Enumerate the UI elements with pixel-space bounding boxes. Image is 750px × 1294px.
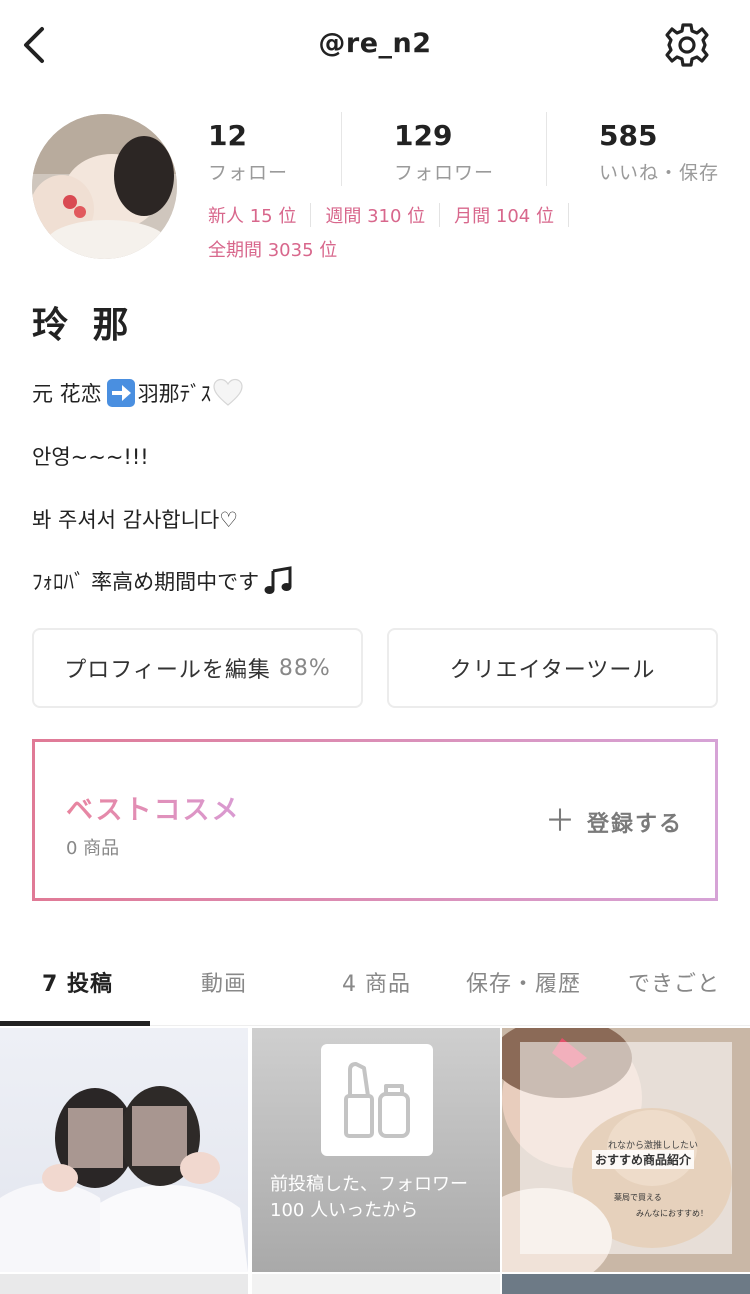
tab-events[interactable]: できごと — [628, 966, 720, 998]
creator-tools-button[interactable]: クリエイターツール — [387, 628, 718, 708]
overlay-title: おすすめ商品紹介 — [592, 1150, 695, 1169]
best-cosme-count: 0 商品 — [66, 838, 120, 859]
post-grid: 前投稿した、フォロワー 100 人いったから れなから激推ししたい おすすめ商品… — [0, 1028, 750, 1294]
post-caption-line: 前投稿した、フォロワー — [270, 1174, 468, 1195]
arrow-right-emoji-icon — [106, 379, 135, 407]
best-cosme-title: ベストコスメ — [66, 788, 241, 827]
tab-saved-history[interactable]: 保存・履歴 — [466, 966, 581, 998]
tab-products[interactable]: 4 商品 — [342, 966, 411, 998]
white-heart-emoji-icon — [213, 378, 243, 406]
post-caption-line: 100 人いったから — [270, 1200, 419, 1221]
likes-count: 585 — [599, 119, 658, 152]
stat-divider — [341, 112, 342, 186]
ranking-row: 新人 15 位 週間 310 位 月間 104 位 — [208, 202, 583, 228]
top-nav-bar: @re_n2 — [0, 0, 750, 90]
stat-following[interactable]: 12 フォロー — [208, 118, 288, 185]
rank-monthly[interactable]: 月間 104 位 — [454, 202, 554, 228]
post-photo — [0, 1028, 248, 1272]
followers-label: フォロワー — [394, 162, 495, 184]
rank-newcomer[interactable]: 新人 15 位 — [208, 202, 296, 228]
rank-divider — [310, 203, 312, 227]
ranking-row: 全期間 3035 位 — [208, 236, 337, 262]
overlay-text: みんなにおすすめ！ — [636, 1209, 708, 1218]
register-label: 登録する — [586, 812, 683, 837]
post-overlay-card: れなから激推ししたい おすすめ商品紹介 薬局で買える みんなにおすすめ！ — [520, 1042, 732, 1254]
bio-line-2: 안영~~~!!! — [32, 445, 149, 469]
bio-line-1: 元 花恋 羽那ﾃﾞｽ — [32, 378, 245, 408]
lipstick-icon — [344, 1062, 410, 1138]
post-thumbnail[interactable]: れなから激推ししたい おすすめ商品紹介 薬局で買える みんなにおすすめ！ — [502, 1028, 750, 1272]
following-label: フォロー — [208, 162, 289, 184]
post-thumbnail[interactable] — [502, 1274, 750, 1294]
profile-completion-percent: 88% — [278, 655, 331, 681]
rank-divider — [439, 203, 441, 227]
rank-weekly[interactable]: 週間 310 位 — [325, 202, 425, 228]
bio-text: 羽那ﾃﾞｽ — [137, 382, 212, 406]
edit-profile-button[interactable]: プロフィールを編集 88% — [32, 628, 363, 708]
bio-line-3: 봐 주셔서 감사합니다♡ — [32, 508, 239, 532]
settings-button[interactable] — [664, 22, 710, 68]
post-thumbnail[interactable] — [0, 1028, 248, 1272]
following-count: 12 — [208, 119, 247, 152]
post-thumbnail[interactable] — [252, 1274, 500, 1294]
avatar[interactable] — [32, 114, 177, 259]
bio-text: 元 花恋 — [32, 382, 102, 406]
stat-divider — [546, 112, 547, 186]
register-button[interactable]: ＋ 登録する — [545, 806, 683, 838]
rank-divider — [567, 203, 569, 227]
music-notes-emoji-icon — [264, 566, 292, 594]
stat-followers[interactable]: 129 フォロワー — [394, 118, 494, 185]
bio-line-4: ﾌｫﾛﾊﾞ 率高め期間中です — [32, 566, 295, 596]
stat-likes-saves[interactable]: 585 いいね・保存 — [599, 118, 719, 185]
bio-text: ﾌｫﾛﾊﾞ 率高め期間中です — [32, 570, 260, 594]
edit-profile-label: プロフィールを編集 — [64, 658, 271, 683]
overlay-text: 薬局で買える — [614, 1193, 662, 1202]
best-cosme-card[interactable]: ベストコスメ 0 商品 ＋ 登録する — [32, 739, 718, 901]
profile-tabs: 7 投稿 動画 4 商品 保存・履歴 できごと — [0, 940, 750, 1026]
active-tab-indicator — [0, 1021, 150, 1026]
post-caption: 前投稿した、フォロワー 100 人いったから — [270, 1172, 490, 1224]
display-name: 玲 那 — [32, 305, 135, 346]
creator-tools-label: クリエイターツール — [449, 658, 656, 683]
tab-videos[interactable]: 動画 — [201, 966, 247, 998]
cosmetic-placeholder — [321, 1044, 433, 1156]
avatar-image — [32, 114, 177, 259]
page-title: @re_n2 — [318, 28, 432, 59]
tab-posts[interactable]: 7 投稿 — [42, 966, 113, 998]
post-thumbnail[interactable]: 前投稿した、フォロワー 100 人いったから — [252, 1028, 500, 1272]
gear-icon — [665, 23, 709, 67]
followers-count: 129 — [394, 119, 453, 152]
plus-icon: ＋ — [544, 804, 577, 839]
post-thumbnail[interactable] — [0, 1274, 248, 1294]
likes-label: いいね・保存 — [599, 162, 720, 184]
rank-all-time[interactable]: 全期間 3035 位 — [208, 236, 337, 262]
